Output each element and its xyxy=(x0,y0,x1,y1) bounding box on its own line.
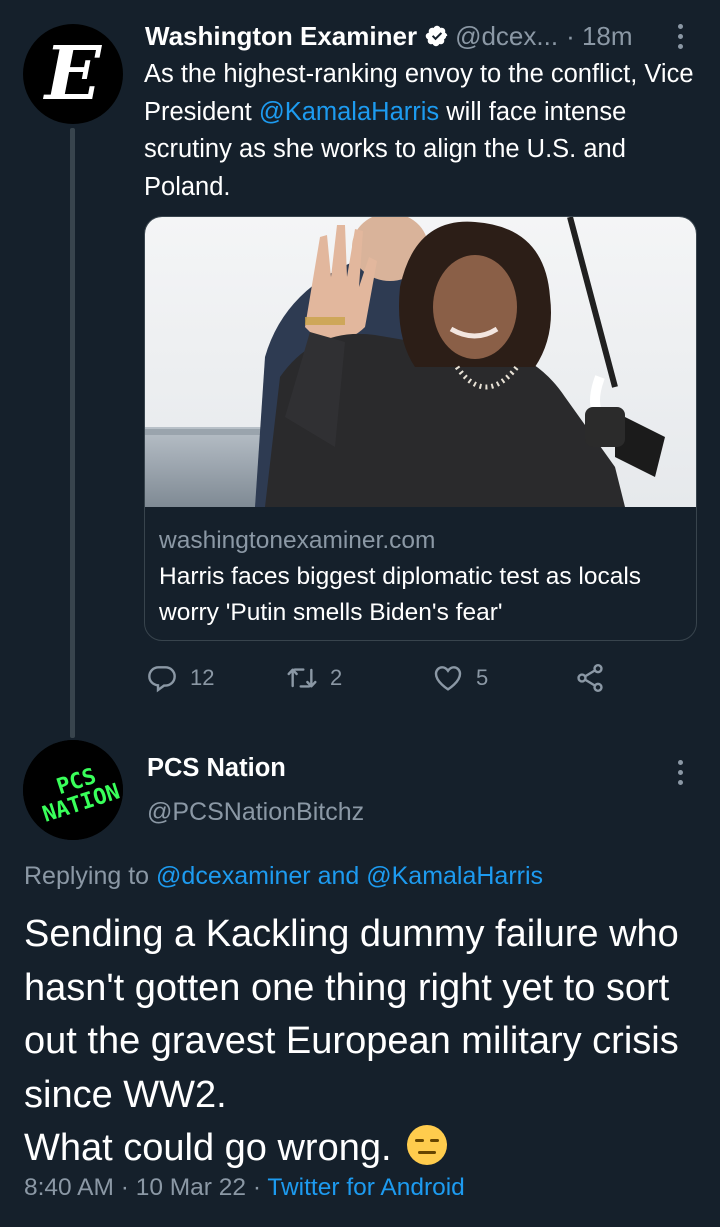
tweet-text: As the highest-ranking envoy to the conf… xyxy=(144,56,704,206)
avatar[interactable]: E xyxy=(23,24,123,124)
tweet-text-line: What could go wrong. xyxy=(24,1122,714,1176)
mention-link[interactable]: @KamalaHarris xyxy=(259,98,439,126)
tweet-time[interactable]: · 18m xyxy=(566,21,632,52)
share-button[interactable] xyxy=(574,662,606,694)
tweet-actions: 12 2 5 xyxy=(146,662,616,702)
replying-to: Replying to @dcexaminer and @KamalaHarri… xyxy=(24,862,543,891)
more-options-icon[interactable] xyxy=(668,18,692,54)
author-handle[interactable]: @dcex... xyxy=(455,21,558,52)
replying-prefix: Replying to xyxy=(24,862,157,890)
thread-line xyxy=(70,128,75,738)
link-card[interactable]: washingtonexaminer.com Harris faces bigg… xyxy=(144,216,697,641)
card-title: Harris faces biggest diplomatic test as … xyxy=(159,563,642,626)
tweet-text: Sending a Kackling dummy failure who has… xyxy=(24,908,714,1176)
tweet-date: 10 Mar 22 xyxy=(135,1174,246,1201)
retweet-icon xyxy=(287,668,317,688)
avatar-logo: PCS NATION xyxy=(23,740,123,840)
retweet-count: 2 xyxy=(330,665,343,690)
card-domain: washingtonexaminer.com xyxy=(159,527,436,554)
reply-count: 12 xyxy=(190,665,215,690)
tweet-text-part: What could go wrong. xyxy=(24,1127,392,1169)
avatar-logo: E xyxy=(44,31,102,117)
share-icon xyxy=(577,664,603,692)
reply-icon xyxy=(148,666,176,693)
reply-button[interactable]: 12 xyxy=(146,662,214,694)
tweet-source-link[interactable]: Twitter for Android xyxy=(267,1174,464,1201)
tweet-header: Washington Examiner @dcex... · 18m xyxy=(145,18,633,54)
separator: · xyxy=(120,1174,129,1201)
expressionless-face-icon xyxy=(406,1124,448,1166)
card-image xyxy=(145,217,696,507)
tweet-metadata: 8:40 AM · 10 Mar 22 · Twitter for Androi… xyxy=(24,1174,465,1202)
like-count: 5 xyxy=(476,665,489,690)
retweet-button[interactable]: 2 xyxy=(286,662,342,694)
separator: · xyxy=(252,1174,261,1201)
author-name[interactable]: Washington Examiner xyxy=(145,21,417,52)
card-meta: washingtonexaminer.com Harris faces bigg… xyxy=(159,523,689,631)
verified-badge-icon xyxy=(425,24,449,48)
avatar[interactable]: PCS NATION xyxy=(23,740,123,840)
more-options-icon[interactable] xyxy=(668,754,692,790)
author-name[interactable]: PCS Nation xyxy=(147,754,286,783)
tweet-text-line: Sending a Kackling dummy failure who has… xyxy=(24,913,679,1116)
author-handle[interactable]: @PCSNationBitchz xyxy=(147,798,364,827)
tweet-time: 8:40 AM xyxy=(24,1174,114,1201)
heart-icon xyxy=(434,666,462,691)
replying-to-links[interactable]: @dcexaminer and @KamalaHarris xyxy=(156,862,543,890)
like-button[interactable]: 5 xyxy=(432,662,488,694)
